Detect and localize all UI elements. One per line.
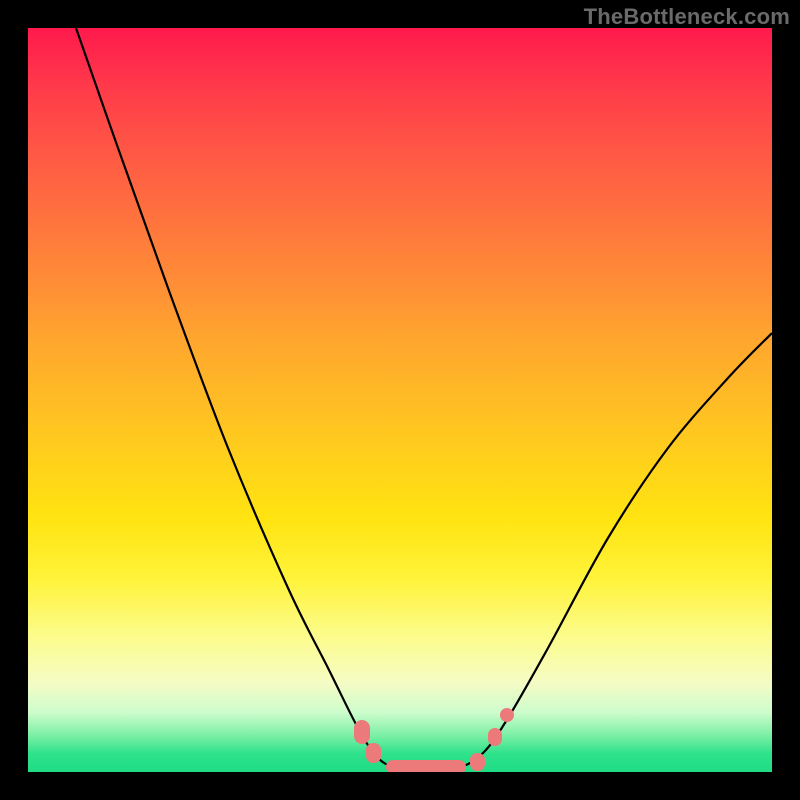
bottleneck-curve xyxy=(76,28,772,770)
watermark-text: TheBottleneck.com xyxy=(584,4,790,30)
plot-area xyxy=(28,28,772,772)
curve-marker xyxy=(366,743,381,763)
curve-marker xyxy=(470,753,485,771)
curve-markers xyxy=(354,708,514,772)
curve-marker xyxy=(488,728,502,746)
curve-marker xyxy=(386,760,466,772)
curve-svg xyxy=(28,28,772,772)
curve-marker xyxy=(354,720,370,744)
curve-marker xyxy=(500,708,514,722)
chart-frame: TheBottleneck.com xyxy=(0,0,800,800)
